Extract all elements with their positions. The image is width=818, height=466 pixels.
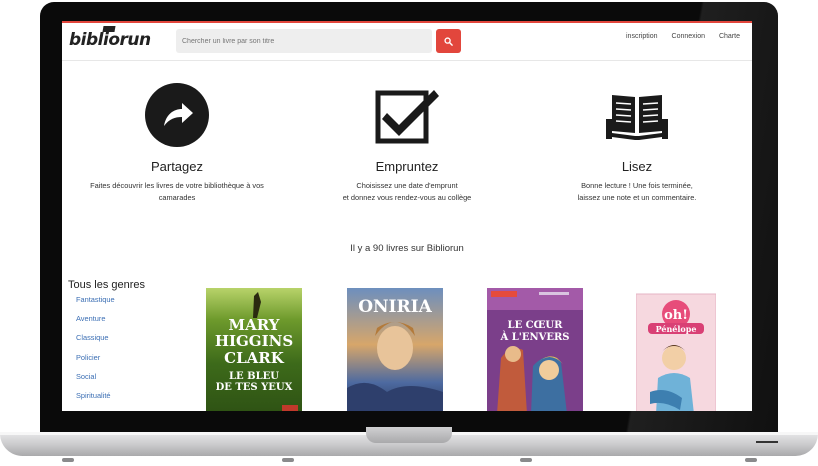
book-cover[interactable]: ONIRIA xyxy=(347,288,443,411)
laptop-notch xyxy=(366,427,452,443)
feature-borrow: Empruntez Choisissez une date d'emprunt e… xyxy=(292,81,522,204)
feature-share: Partagez Faites découvrir les livres de … xyxy=(62,81,292,204)
svg-text:oh!: oh! xyxy=(664,308,688,323)
genre-link[interactable]: Aventure xyxy=(76,314,145,333)
genre-link[interactable]: Spiritualité xyxy=(76,391,145,410)
logo[interactable]: bibliorun xyxy=(69,30,151,50)
feature-read: Lisez Bonne lecture ! Une fois terminée,… xyxy=(522,81,752,204)
website-screen: bibliorun inscription Connexion Charte xyxy=(62,21,752,411)
feature-title: Lisez xyxy=(621,159,653,174)
graduation-cap-icon xyxy=(102,26,116,32)
genre-list-title: Tous les genres xyxy=(68,279,146,291)
search-input[interactable] xyxy=(182,29,428,53)
svg-text:LE BLEU: LE BLEU xyxy=(229,371,279,382)
laptop-indicator xyxy=(756,441,778,443)
genre-link[interactable]: Fantastique xyxy=(76,295,145,314)
nav-charte[interactable]: Charte xyxy=(719,33,740,40)
book-icon xyxy=(606,95,668,140)
genre-link[interactable]: Classique xyxy=(76,333,145,352)
feature-title: Partagez xyxy=(150,159,204,174)
header: bibliorun inscription Connexion Charte xyxy=(62,21,752,61)
book-count: Il y a 90 livres sur Bibliorun xyxy=(350,243,464,254)
svg-text:Pénélope: Pénélope xyxy=(656,324,697,334)
svg-text:HIGGINS: HIGGINS xyxy=(215,332,293,350)
genre-list: Tous les genres Fantastique Aventure Cla… xyxy=(68,279,145,410)
book-cover[interactable]: MARY HIGGINS CLARK LE BLEU DE TES YEUX xyxy=(206,288,302,411)
book-cover[interactable]: LE CŒUR À L'ENVERS xyxy=(487,288,583,411)
features-section: Partagez Faites découvrir les livres de … xyxy=(62,81,752,204)
top-nav: inscription Connexion Charte xyxy=(626,33,740,40)
svg-text:ONIRIA: ONIRIA xyxy=(358,297,432,317)
genre-link[interactable]: Policier xyxy=(76,353,145,372)
search-button[interactable] xyxy=(436,29,461,53)
share-icon xyxy=(145,83,209,147)
svg-text:LE CŒUR: LE CŒUR xyxy=(508,320,564,331)
feature-description: Choisissez une date d'emprunt et donnez v… xyxy=(342,181,472,202)
checkbox-icon xyxy=(375,90,439,144)
search-box xyxy=(176,29,432,53)
search-icon xyxy=(444,36,453,46)
feature-title: Empruntez xyxy=(375,159,439,174)
feature-description: Faites découvrir les livres de votre bib… xyxy=(90,181,264,202)
genre-link[interactable]: Social xyxy=(76,372,145,391)
nav-inscription[interactable]: inscription xyxy=(626,33,658,40)
feature-description: Bonne lecture ! Une fois terminée, laisse… xyxy=(577,181,697,202)
svg-text:CLARK: CLARK xyxy=(224,349,285,367)
logo-text: bibliorun xyxy=(69,30,151,50)
svg-text:À L'ENVERS: À L'ENVERS xyxy=(499,331,569,343)
svg-text:DE TES YEUX: DE TES YEUX xyxy=(216,382,293,393)
nav-connexion[interactable]: Connexion xyxy=(672,33,705,40)
book-cover[interactable]: oh! Pénélope xyxy=(636,288,716,411)
